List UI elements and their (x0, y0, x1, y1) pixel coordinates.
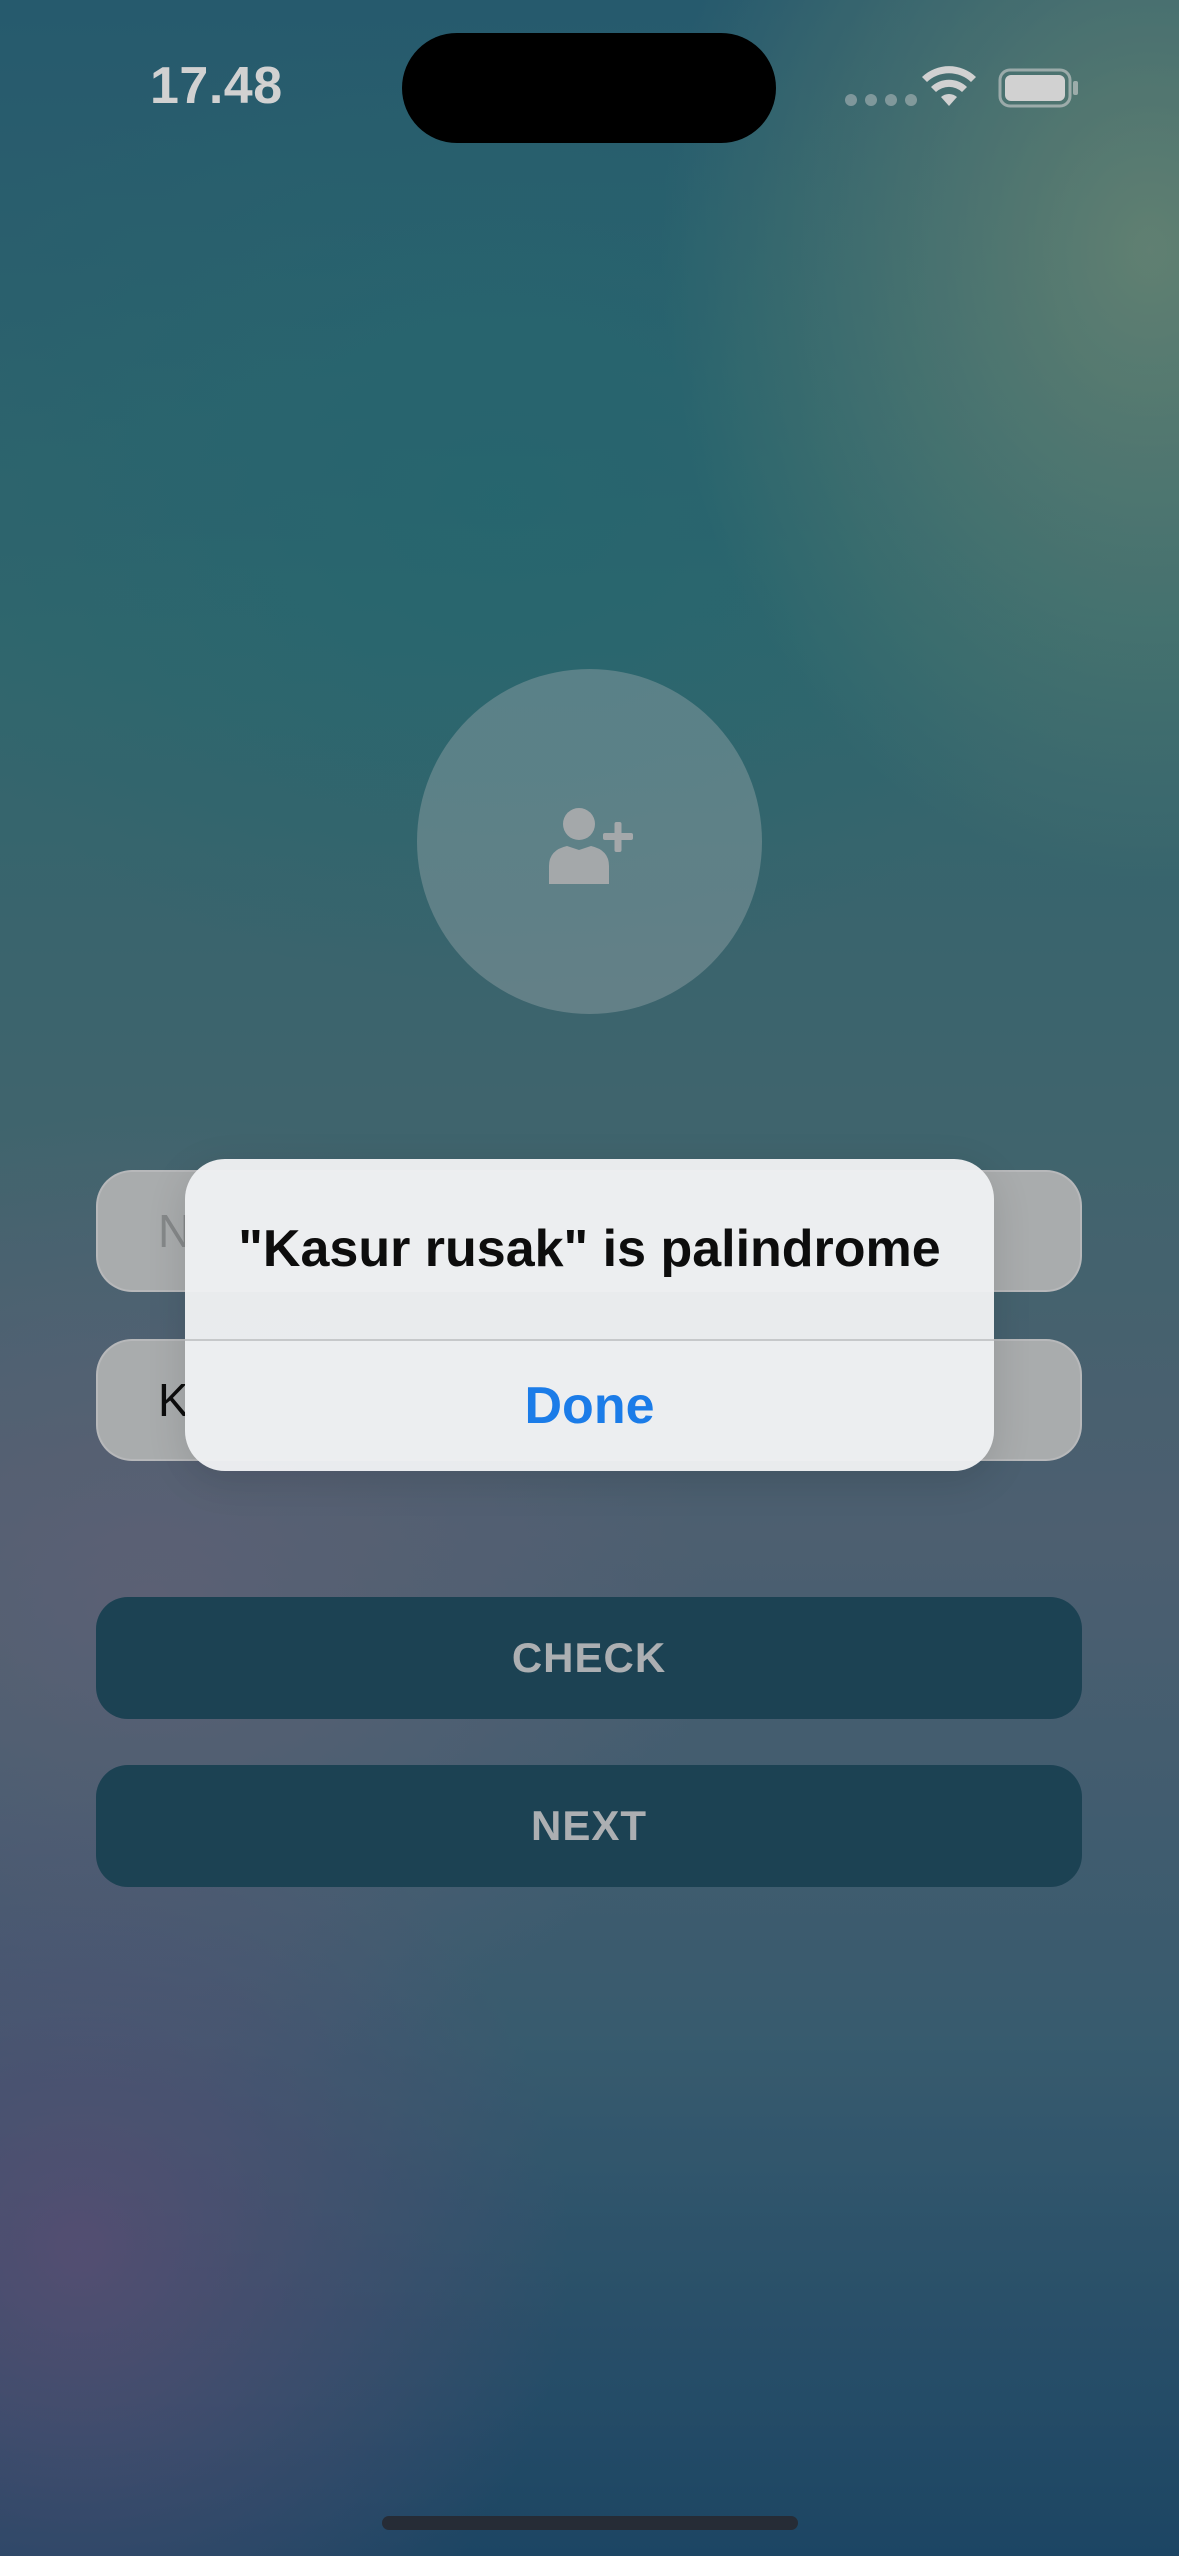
home-indicator[interactable] (382, 2516, 798, 2530)
palindrome-alert: "Kasur rusak" is palindrome Done (185, 1159, 994, 1471)
app-screen: 17.48 N K CHECK NEXT "Kasur rusak" is pa… (0, 0, 1179, 2556)
done-button[interactable]: Done (185, 1341, 994, 1471)
alert-title: "Kasur rusak" is palindrome (238, 1220, 941, 1278)
